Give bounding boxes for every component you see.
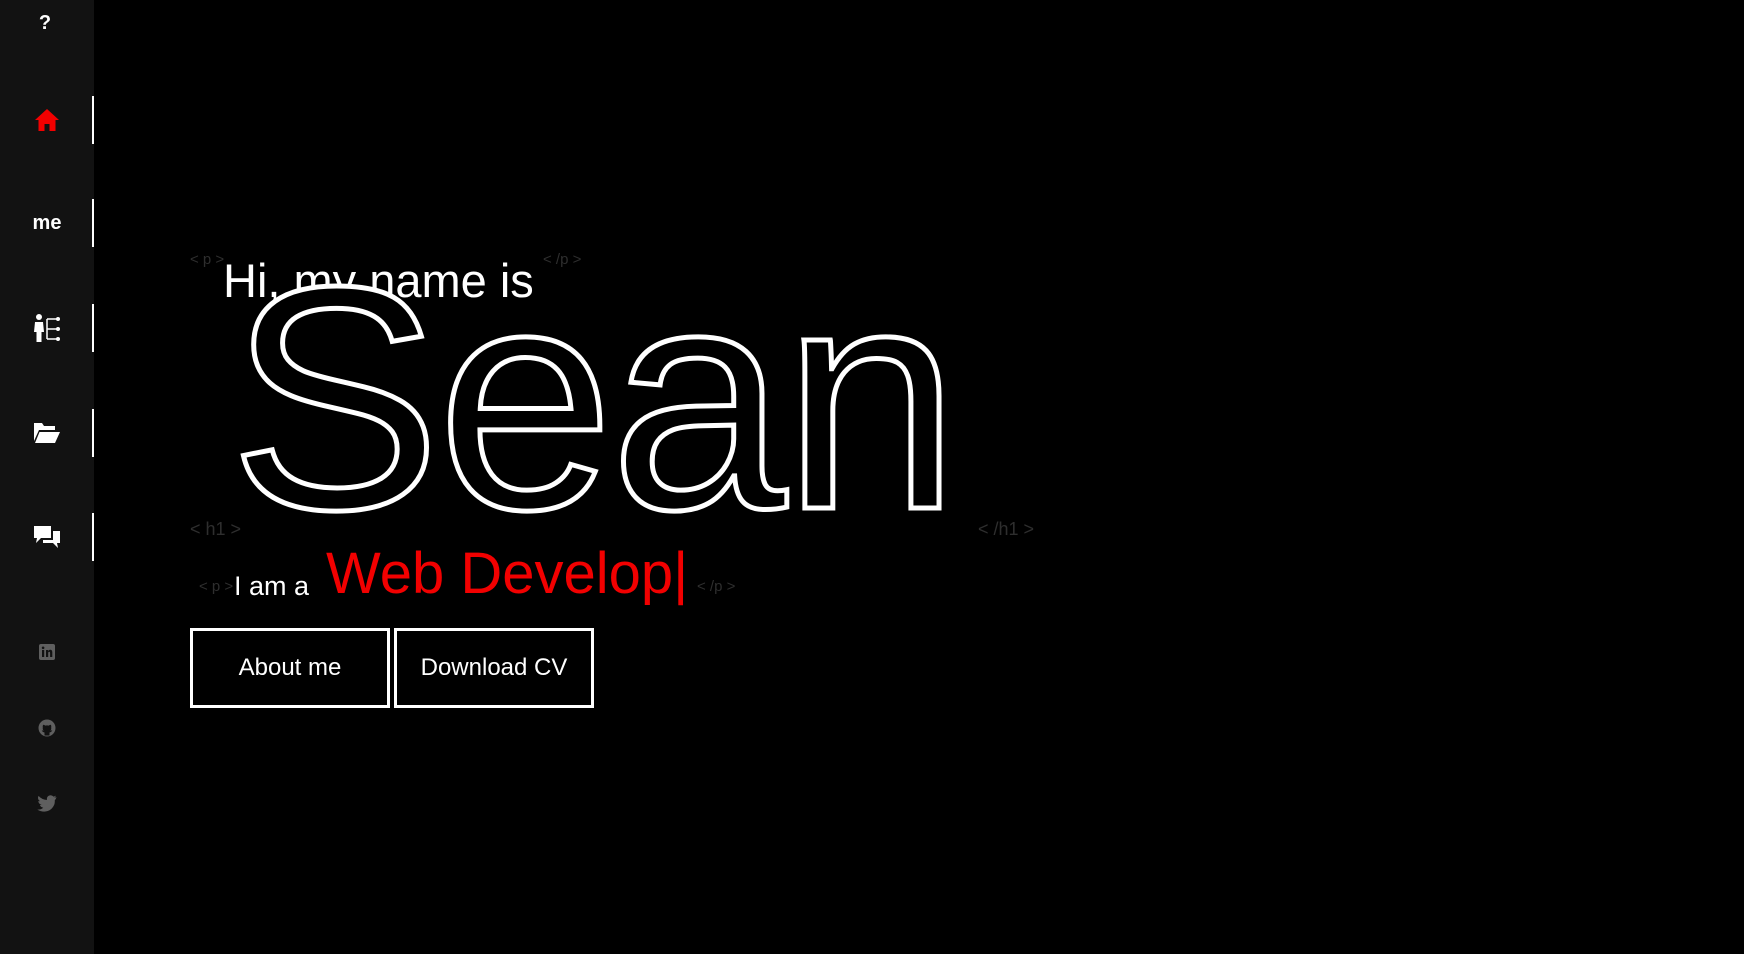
tag-h1-open: < h1 > [190,519,242,539]
sidebar: ? me [0,0,94,954]
linkedin-icon [39,644,55,660]
hero-role-typed: Web Develop| [326,541,689,606]
folder-open-icon [34,423,60,443]
social-link-linkedin[interactable] [0,638,94,666]
nav-item-home[interactable] [0,96,94,144]
hero-name: Sean [227,221,963,576]
tag-p-open-bottom: < p > [199,578,234,595]
hero-role-prefix: I am a [234,571,310,601]
nav-item-about[interactable]: me [0,199,94,247]
about-me-button[interactable]: About me [190,628,390,708]
org-chart-icon [34,314,60,342]
nav-item-about-label: me [32,211,62,234]
social-link-twitter[interactable] [0,789,94,817]
tag-p-close-bottom: < /p > [697,578,736,595]
github-icon [38,719,56,737]
nav-item-projects[interactable] [0,409,94,457]
tag-h1-close: < /h1 > [978,519,1035,539]
twitter-icon [37,794,57,812]
chat-bubbles-icon [34,526,60,548]
nav-item-skills[interactable] [0,304,94,352]
home-icon [35,109,59,131]
download-cv-button[interactable]: Download CV [394,628,594,708]
social-link-github[interactable] [0,714,94,742]
tag-p-open-top: < p > [190,251,225,268]
nav-item-contact[interactable] [0,513,94,561]
site-logo[interactable]: ? [0,12,90,35]
